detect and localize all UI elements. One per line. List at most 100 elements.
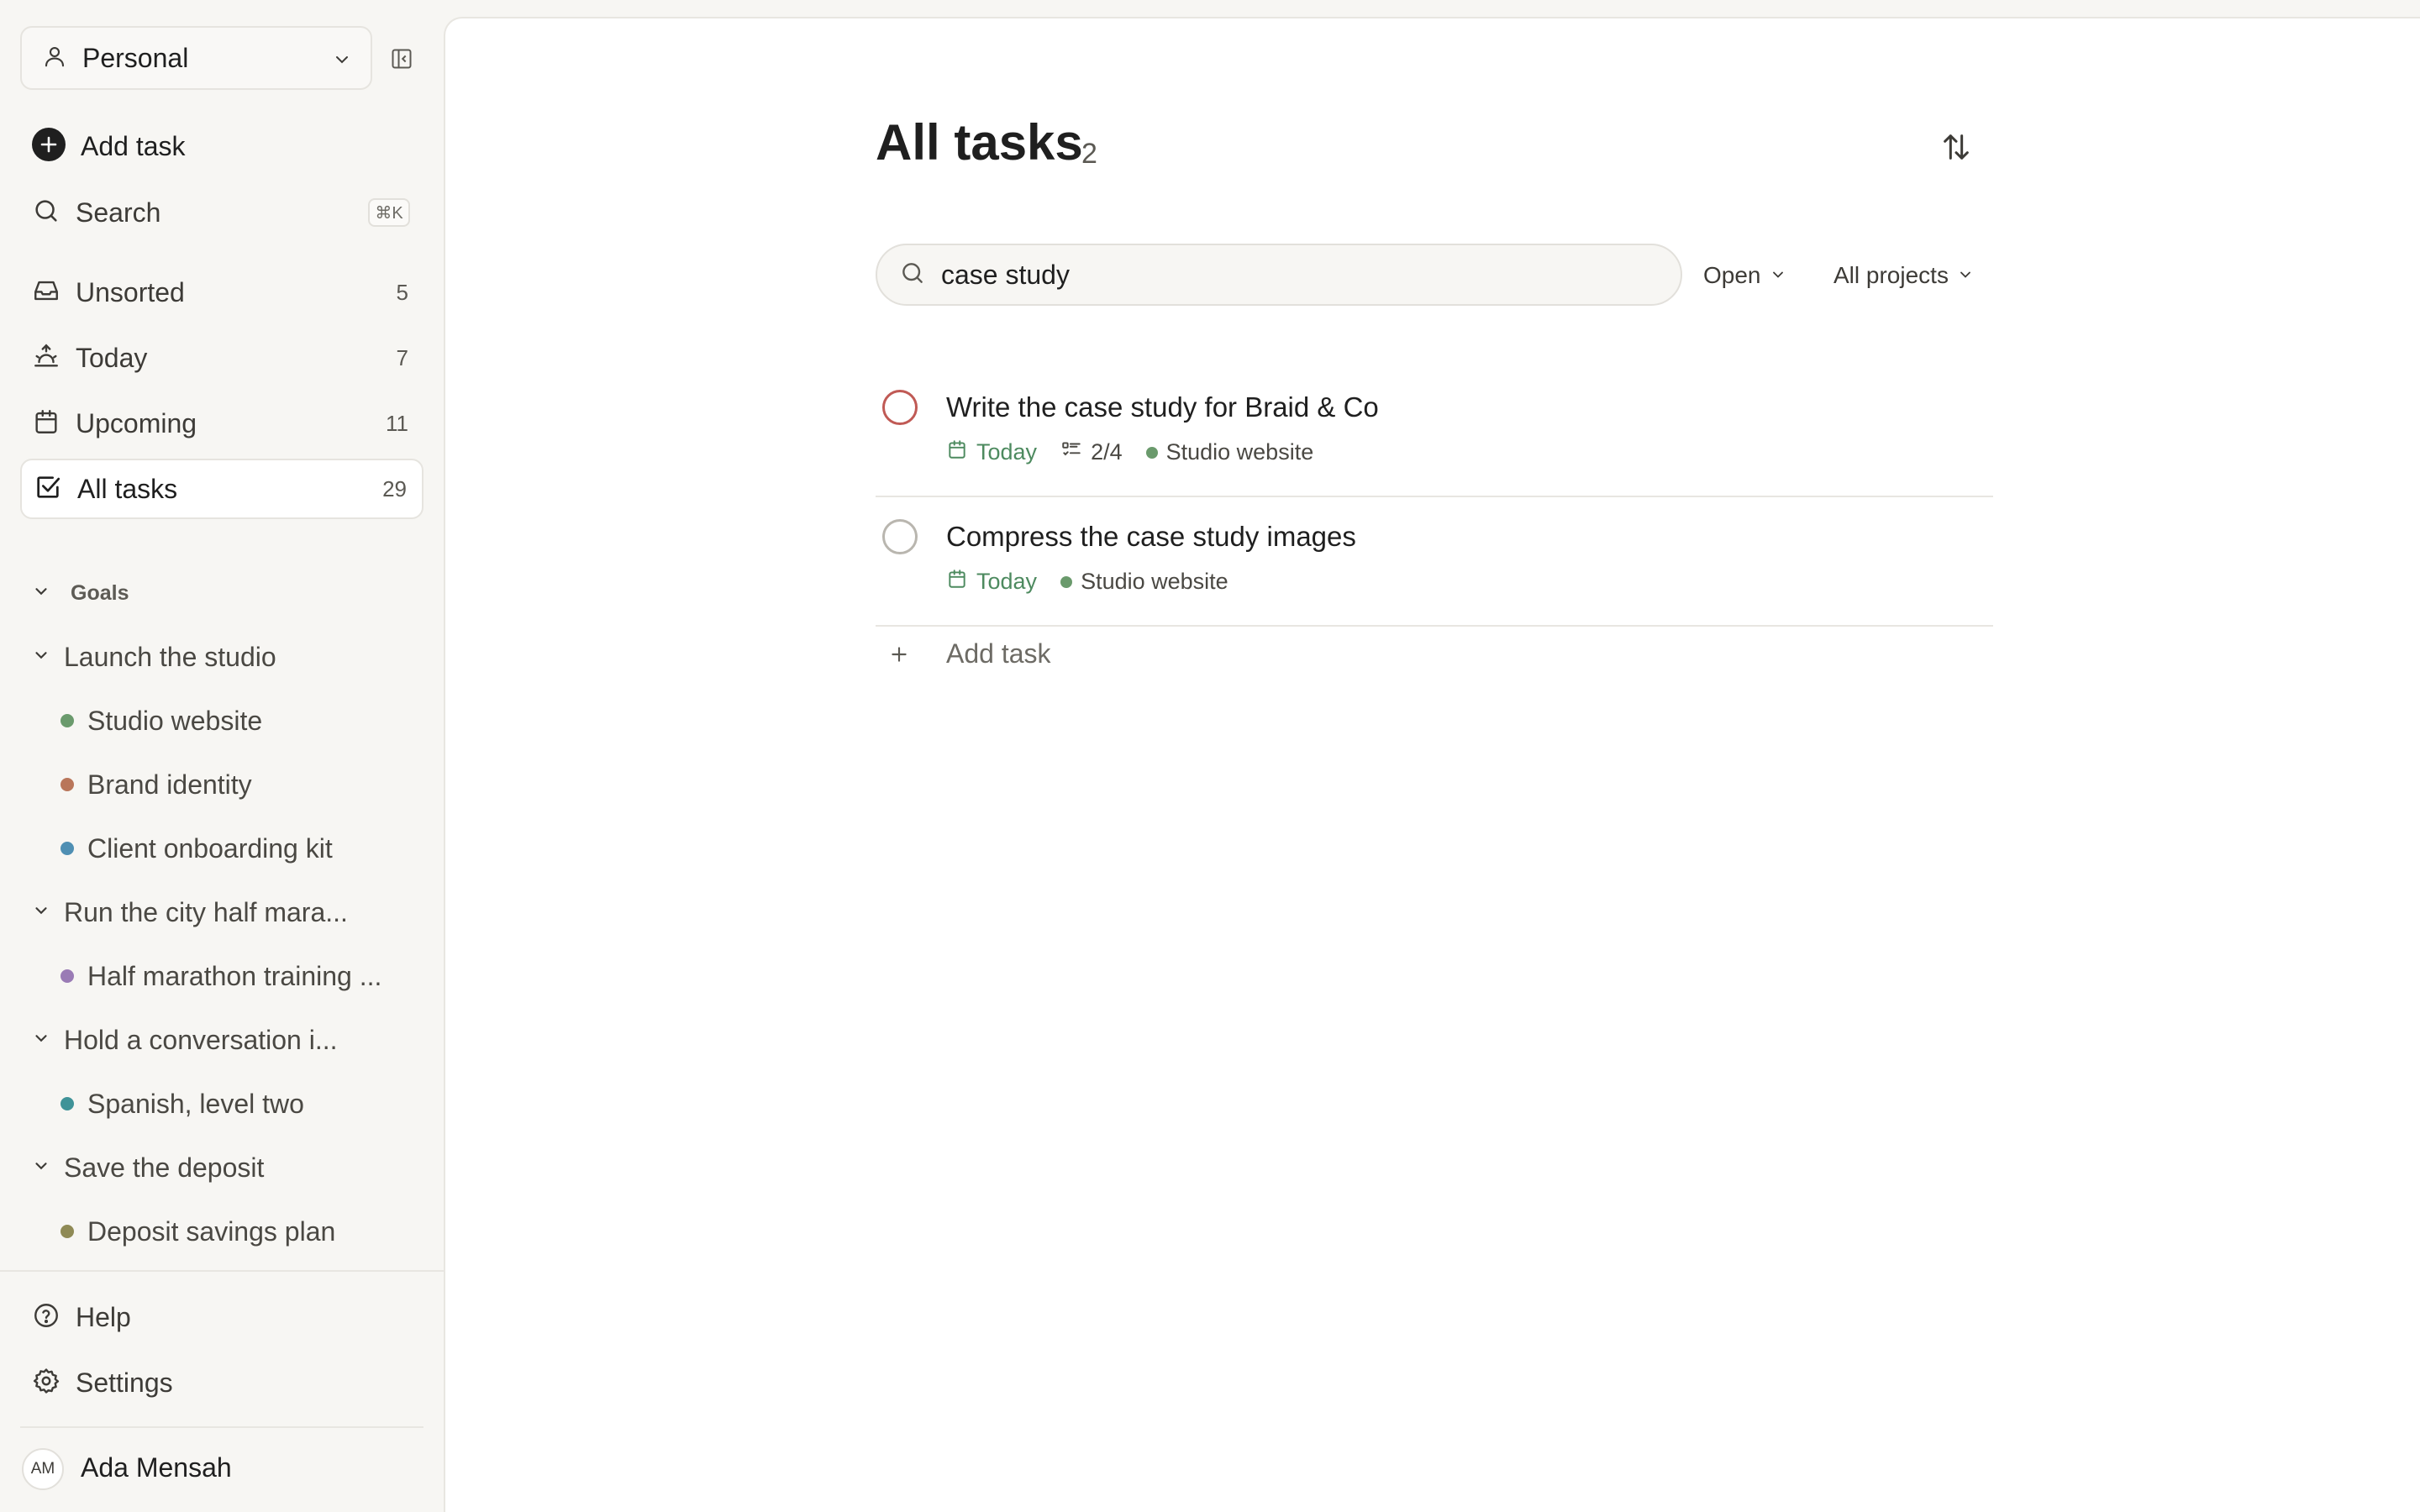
task-project: Studio website [1145,439,1314,465]
task-project-label: Studio website [1165,439,1314,465]
goal-label: Save the deposit [64,1152,265,1183]
task-due-date: Today [946,568,1037,596]
goal-hold-a-conversation[interactable]: Hold a conversation i... [20,1015,338,1065]
task-search-field[interactable] [876,244,1682,306]
chevron-down-icon [1957,262,1974,289]
search-icon [32,197,60,229]
sidebar-item-today[interactable]: Today 7 [20,328,424,388]
project-label: Half marathon training ... [87,960,382,991]
sidebar-search[interactable]: Search ⌘K [20,182,424,243]
task-title[interactable]: Compress the case study images [946,521,1356,553]
task-row[interactable]: Write the case study for Braid & Co Toda… [876,368,1993,497]
sidebar-item-label: Settings [76,1367,173,1398]
sunrise-icon [32,342,60,375]
project-client-onboarding-kit[interactable]: Client onboarding kit [60,823,333,874]
project-filter-label: All projects [1833,262,1949,288]
task-search-input[interactable] [941,259,1613,291]
collapse-sidebar-icon[interactable] [390,47,413,71]
sidebar-add-task-label: Add task [81,130,186,161]
shortcut-badge: ⌘K [368,198,410,227]
sidebar-search-label: Search [76,197,161,228]
calendar-icon [946,438,968,466]
add-task-button[interactable]: Add task [876,638,1051,669]
sidebar-item-count: 7 [396,344,408,370]
project-label: Spanish, level two [87,1088,304,1119]
inbox-icon [32,276,60,309]
sidebar-item-help[interactable]: Help [20,1287,424,1347]
task-date-label: Today [976,569,1038,594]
project-color-dot [1145,446,1158,459]
task-meta: Today Studio website [946,568,1252,596]
task-date-label: Today [976,439,1038,465]
goal-launch-the-studio[interactable]: Launch the studio [20,632,276,682]
task-complete-checkbox[interactable] [882,519,918,554]
calendar-icon [946,568,968,596]
project-color-dot [60,714,74,727]
sort-icon[interactable] [1939,130,1973,164]
sidebar: Personal Add task Search ⌘K Unsorted 5 T… [0,0,444,1512]
task-complete-checkbox[interactable] [882,390,918,425]
sidebar-item-count: 5 [396,279,408,305]
chevron-down-icon [32,901,50,924]
sidebar-item-label: Help [76,1301,131,1332]
workspace-switcher[interactable]: Personal [20,26,372,90]
checkbox-icon [34,473,62,506]
sidebar-item-upcoming[interactable]: Upcoming 11 [20,393,424,454]
avatar[interactable]: AM [22,1448,64,1490]
sidebar-item-label: All tasks [77,473,178,504]
chevron-down-icon [32,646,50,669]
goal-label: Hold a conversation i... [64,1024,338,1055]
project-color-dot [60,1225,74,1238]
sidebar-item-label: Upcoming [76,407,197,438]
sidebar-item-unsorted[interactable]: Unsorted 5 [20,262,424,323]
task-project: Studio website [1060,569,1228,595]
main-panel: All tasks 2 Open All projects Write the … [444,17,2420,1512]
sidebar-divider [0,1270,444,1272]
add-task-label: Add task [946,638,1051,669]
chevron-down-icon [1770,262,1786,289]
goal-save-the-deposit[interactable]: Save the deposit [20,1142,264,1193]
sidebar-add-task-button[interactable]: Add task [20,116,424,176]
user-name[interactable]: Ada Mensah [81,1452,232,1483]
project-color-dot [60,778,74,791]
project-label: Brand identity [87,769,252,800]
task-title[interactable]: Write the case study for Braid & Co [946,391,1379,423]
task-subtasks: 2/4 [1060,438,1123,466]
sidebar-item-count: 11 [386,410,408,436]
goals-section-toggle[interactable]: Goals [20,576,129,610]
person-icon [42,44,67,73]
sidebar-item-all-tasks[interactable]: All tasks 29 [20,459,424,519]
task-meta: Today 2/4 Studio website [946,438,1337,466]
task-count: 2 [1081,138,1097,170]
plus-icon [881,643,918,665]
status-filter-dropdown[interactable]: Open [1703,262,1786,289]
goals-header: Goals [71,580,129,605]
goal-run-half-marathon[interactable]: Run the city half mara... [20,887,348,937]
page-title: All tasks [876,114,1083,171]
project-label: Client onboarding kit [87,832,333,864]
sidebar-item-settings[interactable]: Settings [20,1352,424,1413]
project-studio-website[interactable]: Studio website [60,696,262,746]
gear-icon [32,1367,60,1399]
help-icon [32,1301,60,1334]
project-color-dot [60,969,74,983]
project-brand-identity[interactable]: Brand identity [60,759,252,810]
search-icon [899,260,926,291]
project-label: Studio website [87,705,263,736]
chevron-down-icon [332,50,352,74]
workspace-label: Personal [82,42,189,73]
project-color-dot [60,842,74,855]
task-row[interactable]: Compress the case study images Today Stu… [876,497,1993,627]
project-filter-dropdown[interactable]: All projects [1833,262,1974,289]
project-color-dot [60,1097,74,1110]
calendar-icon [32,407,60,440]
sidebar-item-label: Today [76,342,148,373]
project-half-marathon-training[interactable]: Half marathon training ... [60,951,381,1001]
task-subtask-progress: 2/4 [1091,439,1123,465]
project-deposit-savings-plan[interactable]: Deposit savings plan [60,1206,335,1257]
project-label: Deposit savings plan [87,1215,336,1247]
sidebar-item-label: Unsorted [76,276,185,307]
project-spanish-level-two[interactable]: Spanish, level two [60,1079,304,1129]
task-due-date: Today [946,438,1037,466]
plus-circle-icon [32,127,66,165]
